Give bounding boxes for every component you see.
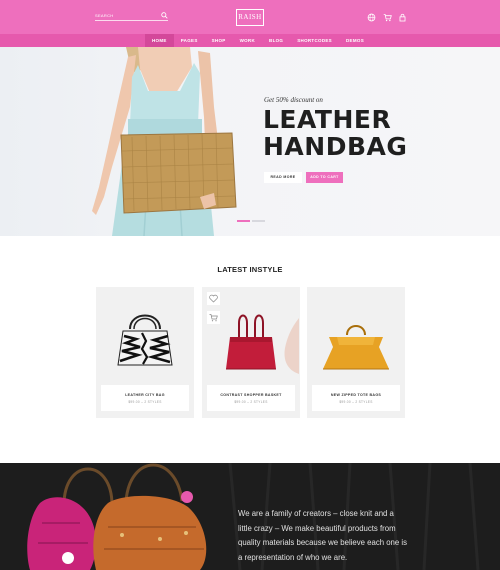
site-logo[interactable]: RAISH	[236, 9, 264, 26]
product-name[interactable]: LEATHER CITY BAG	[101, 393, 189, 397]
about-band: We are a family of creators – close knit…	[0, 463, 500, 570]
section-title-latest: LATEST INSTYLE	[217, 265, 283, 274]
nav-item-shortcodes[interactable]: SHORTCODES	[290, 34, 339, 47]
heart-icon[interactable]	[207, 292, 220, 305]
search-icon[interactable]	[161, 12, 168, 19]
product-info: CONTRAST SHOPPER BASKET $99.00 – 2 STYLE…	[207, 385, 295, 411]
product-info: LEATHER CITY BAG $99.00 – 2 STYLES	[101, 385, 189, 411]
peek-bag-image	[284, 318, 299, 374]
hero-headline: LEATHER HANDBAG	[263, 106, 407, 160]
hero-eyebrow: Get 50% discount on	[264, 96, 323, 104]
read-more-button[interactable]: READ MORE	[264, 172, 302, 183]
product-card[interactable]: LEATHER CITY BAG $99.00 – 2 STYLES	[96, 287, 194, 418]
globe-icon[interactable]	[367, 13, 376, 22]
product-price: $99.00 – 2 STYLES	[339, 400, 373, 404]
nav-item-work[interactable]: WORK	[233, 34, 262, 47]
search-box[interactable]	[95, 11, 168, 21]
cart-icon[interactable]	[383, 13, 392, 22]
product-price: $99.00 – 2 STYLES	[234, 400, 268, 404]
top-header: RAISH	[0, 0, 500, 34]
add-to-cart-button[interactable]: ADD TO CART	[306, 172, 343, 183]
cart-icon[interactable]	[207, 311, 220, 324]
product-card[interactable]: NEW ZIPPED TOTE BAGS $99.00 – 2 STYLES	[307, 287, 405, 418]
product-price: $99.00 – 2 STYLES	[128, 400, 162, 404]
slider-dot[interactable]	[252, 220, 265, 222]
hero-model-image	[92, 47, 237, 236]
about-text: We are a family of creators – close knit…	[238, 509, 408, 562]
main-nav: HOME PAGES SHOP WORK BLOG SHORTCODES DEM…	[0, 34, 500, 47]
hotspot-plus-icon[interactable]	[181, 491, 193, 503]
product-info: NEW ZIPPED TOTE BAGS $99.00 – 2 STYLES	[312, 385, 400, 411]
nav-item-pages[interactable]: PAGES	[174, 34, 205, 47]
product-name[interactable]: NEW ZIPPED TOTE BAGS	[312, 393, 400, 397]
hero-headline-line1: LEATHER	[263, 105, 392, 134]
nav-item-demos[interactable]: DEMOS	[339, 34, 371, 47]
hotspot-dot-icon[interactable]	[62, 552, 74, 564]
search-input[interactable]	[95, 11, 159, 20]
product-name[interactable]: CONTRAST SHOPPER BASKET	[207, 393, 295, 397]
lock-icon[interactable]	[398, 13, 407, 22]
slider-pagination	[237, 220, 267, 222]
hero-headline-line2: HANDBAG	[263, 132, 408, 161]
yellow-bag-image	[323, 325, 389, 370]
slider-dot-active[interactable]	[237, 220, 250, 222]
nav-item-home[interactable]: HOME	[145, 34, 174, 47]
nav-item-shop[interactable]: SHOP	[205, 34, 233, 47]
woven-clutch-illustration	[120, 132, 237, 214]
zebra-bag-image	[117, 314, 173, 366]
hero-slider: Get 50% discount on LEATHER HANDBAG READ…	[0, 47, 500, 236]
nav-item-blog[interactable]: BLOG	[262, 34, 290, 47]
